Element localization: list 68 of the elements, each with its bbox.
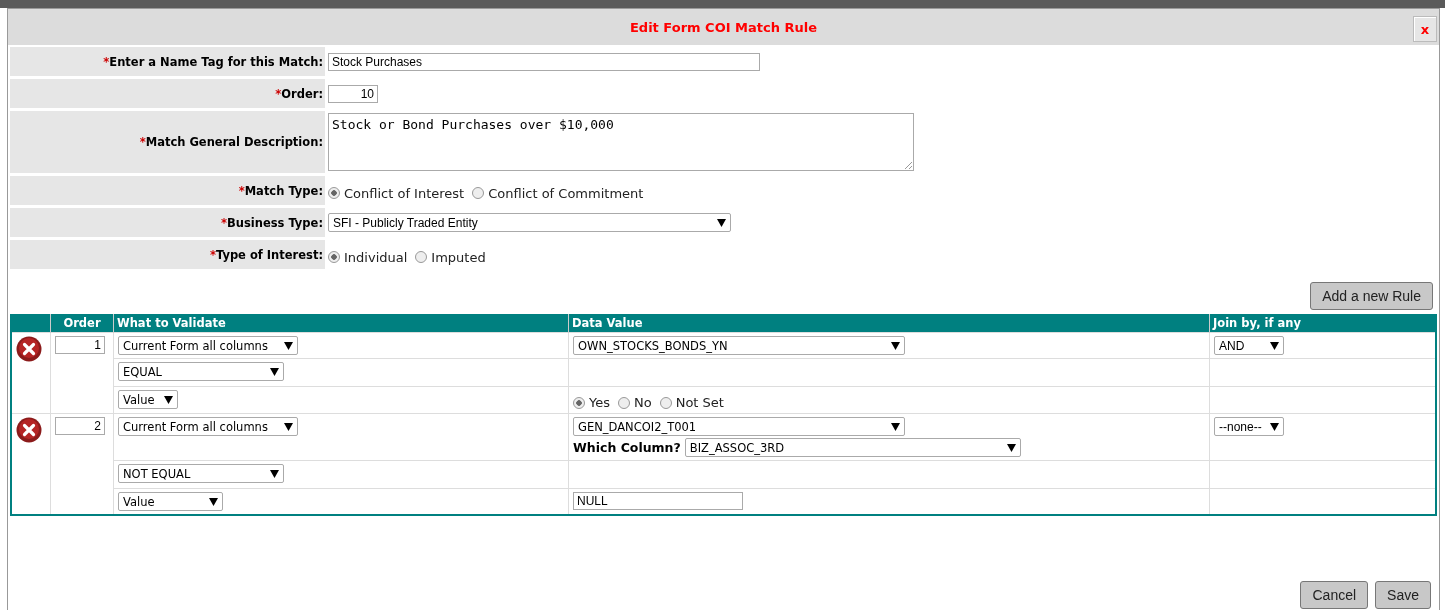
order-field[interactable]: 10	[328, 84, 378, 103]
which-column-label: Which Column?	[573, 440, 681, 455]
order-field[interactable]: 2	[55, 417, 105, 435]
value-type-select[interactable]: Value	[118, 492, 223, 511]
radio-button[interactable]	[618, 396, 630, 409]
save-button[interactable]: Save	[1375, 581, 1431, 609]
column-header: Order	[50, 314, 114, 333]
radio-button[interactable]	[328, 187, 340, 199]
required-mark: *	[275, 86, 282, 101]
dialog-title: Edit Form COI Match Rule	[629, 19, 818, 35]
field-label: Match Type:	[244, 183, 323, 198]
caret-icon	[284, 422, 293, 431]
add-rule-button[interactable]: Add a new Rule	[1310, 282, 1433, 310]
radio-label: Individual	[344, 249, 408, 265]
radio-button[interactable]	[573, 396, 585, 409]
required-mark: *	[209, 247, 216, 262]
required-mark: *	[220, 215, 227, 230]
radio-label: No	[634, 395, 652, 410]
field-label: Enter a Name Tag for this Match:	[109, 54, 323, 69]
radio-button[interactable]	[415, 251, 428, 263]
join-select[interactable]: AND	[1214, 336, 1284, 355]
caret-icon	[1006, 443, 1016, 452]
caret-icon	[891, 341, 900, 350]
field-label: Business Type:	[226, 215, 323, 230]
caret-icon	[270, 367, 279, 376]
field-label: Match General Description:	[145, 135, 323, 149]
delete-icon[interactable]	[16, 336, 42, 362]
column-select[interactable]: BIZ_ASSOC_3RD	[684, 438, 1021, 457]
operator-select[interactable]: NOT EQUAL	[118, 464, 284, 483]
field-select[interactable]: Current Form all columns	[118, 417, 298, 436]
radio-label: Not Set	[675, 395, 724, 410]
radio-button[interactable]	[659, 396, 672, 409]
required-mark: *	[238, 183, 245, 198]
caret-icon	[1270, 341, 1279, 350]
field-label: Type of Interest:	[215, 247, 323, 262]
column-header: Join by, if any	[1209, 314, 1436, 333]
radio-button[interactable]	[328, 251, 340, 263]
business-type-select[interactable]: SFI - Publicly Traded Entity	[328, 213, 731, 232]
required-mark: *	[139, 135, 146, 149]
field-label: Order:	[281, 86, 323, 101]
caret-icon	[717, 218, 726, 227]
resize-grip-icon[interactable]	[904, 161, 912, 169]
radio-label: Imputed	[431, 249, 486, 265]
caret-icon	[1270, 422, 1279, 431]
column-header: What to Validate	[113, 314, 569, 333]
caret-icon	[164, 395, 173, 404]
name-tag-field[interactable]: Stock Purchases	[328, 52, 760, 71]
radio-label: Conflict of Interest	[344, 185, 465, 201]
value-field[interactable]: NULL	[573, 492, 743, 510]
order-field[interactable]: 1	[55, 336, 105, 354]
field-select[interactable]: Current Form all columns	[118, 336, 298, 355]
caret-icon	[209, 497, 218, 506]
radio-label: Yes	[589, 395, 610, 410]
description-field[interactable]: Stock or Bond Purchases over $10,000	[328, 113, 914, 171]
radio-label: Conflict of Commitment	[488, 185, 644, 201]
operator-select[interactable]: EQUAL	[118, 362, 284, 381]
column-header: Data Value	[568, 314, 1210, 333]
radio-button[interactable]	[472, 187, 485, 199]
value-type-select[interactable]: Value	[118, 390, 178, 409]
join-select[interactable]: --none--	[1214, 417, 1284, 436]
cancel-button[interactable]: Cancel	[1300, 581, 1369, 609]
data-value-select[interactable]: GEN_DANCOI2_T001	[573, 417, 905, 436]
required-mark: *	[103, 54, 110, 69]
caret-icon	[891, 422, 900, 431]
data-value-select[interactable]: OWN_STOCKS_BONDS_YN	[573, 336, 905, 355]
caret-icon	[284, 341, 293, 350]
caret-icon	[270, 469, 279, 478]
delete-icon[interactable]	[16, 417, 42, 443]
